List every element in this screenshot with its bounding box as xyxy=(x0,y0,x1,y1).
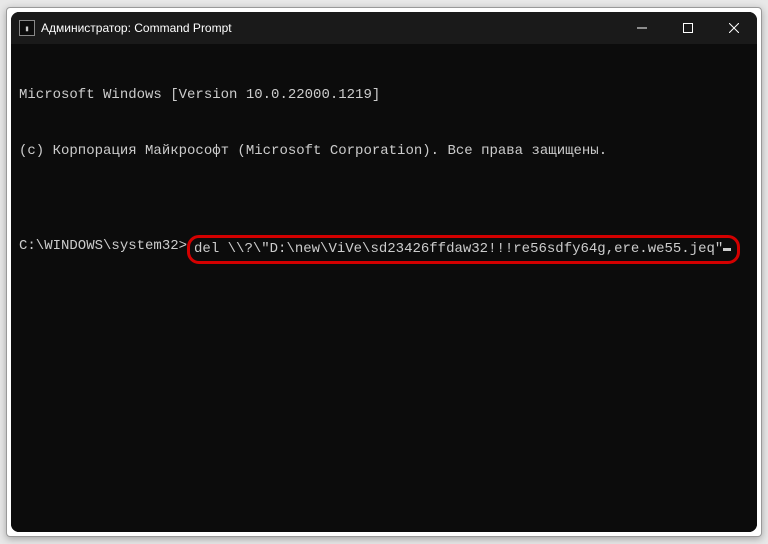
screenshot-frame: ▮ Администратор: Command Prompt Microsof… xyxy=(6,7,762,537)
version-line: Microsoft Windows [Version 10.0.22000.12… xyxy=(19,86,749,105)
close-button[interactable] xyxy=(711,12,757,44)
titlebar[interactable]: ▮ Администратор: Command Prompt xyxy=(11,12,757,44)
copyright-line: (c) Корпорация Майкрософт (Microsoft Cor… xyxy=(19,142,749,161)
minimize-button[interactable] xyxy=(619,12,665,44)
command-text: del \\?\"D:\new\ViVe\sd23426ffdaw32!!!re… xyxy=(194,241,723,257)
prompt-text: C:\WINDOWS\system32> xyxy=(19,237,187,256)
command-prompt-window: ▮ Администратор: Command Prompt Microsof… xyxy=(11,12,757,532)
close-icon xyxy=(729,23,739,33)
command-highlight: del \\?\"D:\new\ViVe\sd23426ffdaw32!!!re… xyxy=(187,235,740,264)
terminal-area[interactable]: Microsoft Windows [Version 10.0.22000.12… xyxy=(11,44,757,532)
window-title: Администратор: Command Prompt xyxy=(41,21,619,35)
app-icon: ▮ xyxy=(19,20,35,36)
maximize-icon xyxy=(683,23,693,33)
app-icon-glyph: ▮ xyxy=(25,24,30,33)
prompt-line: C:\WINDOWS\system32> del \\?\"D:\new\ViVe… xyxy=(19,237,749,264)
window-controls xyxy=(619,12,757,44)
maximize-button[interactable] xyxy=(665,12,711,44)
cursor xyxy=(723,248,731,251)
minimize-icon xyxy=(637,23,647,33)
